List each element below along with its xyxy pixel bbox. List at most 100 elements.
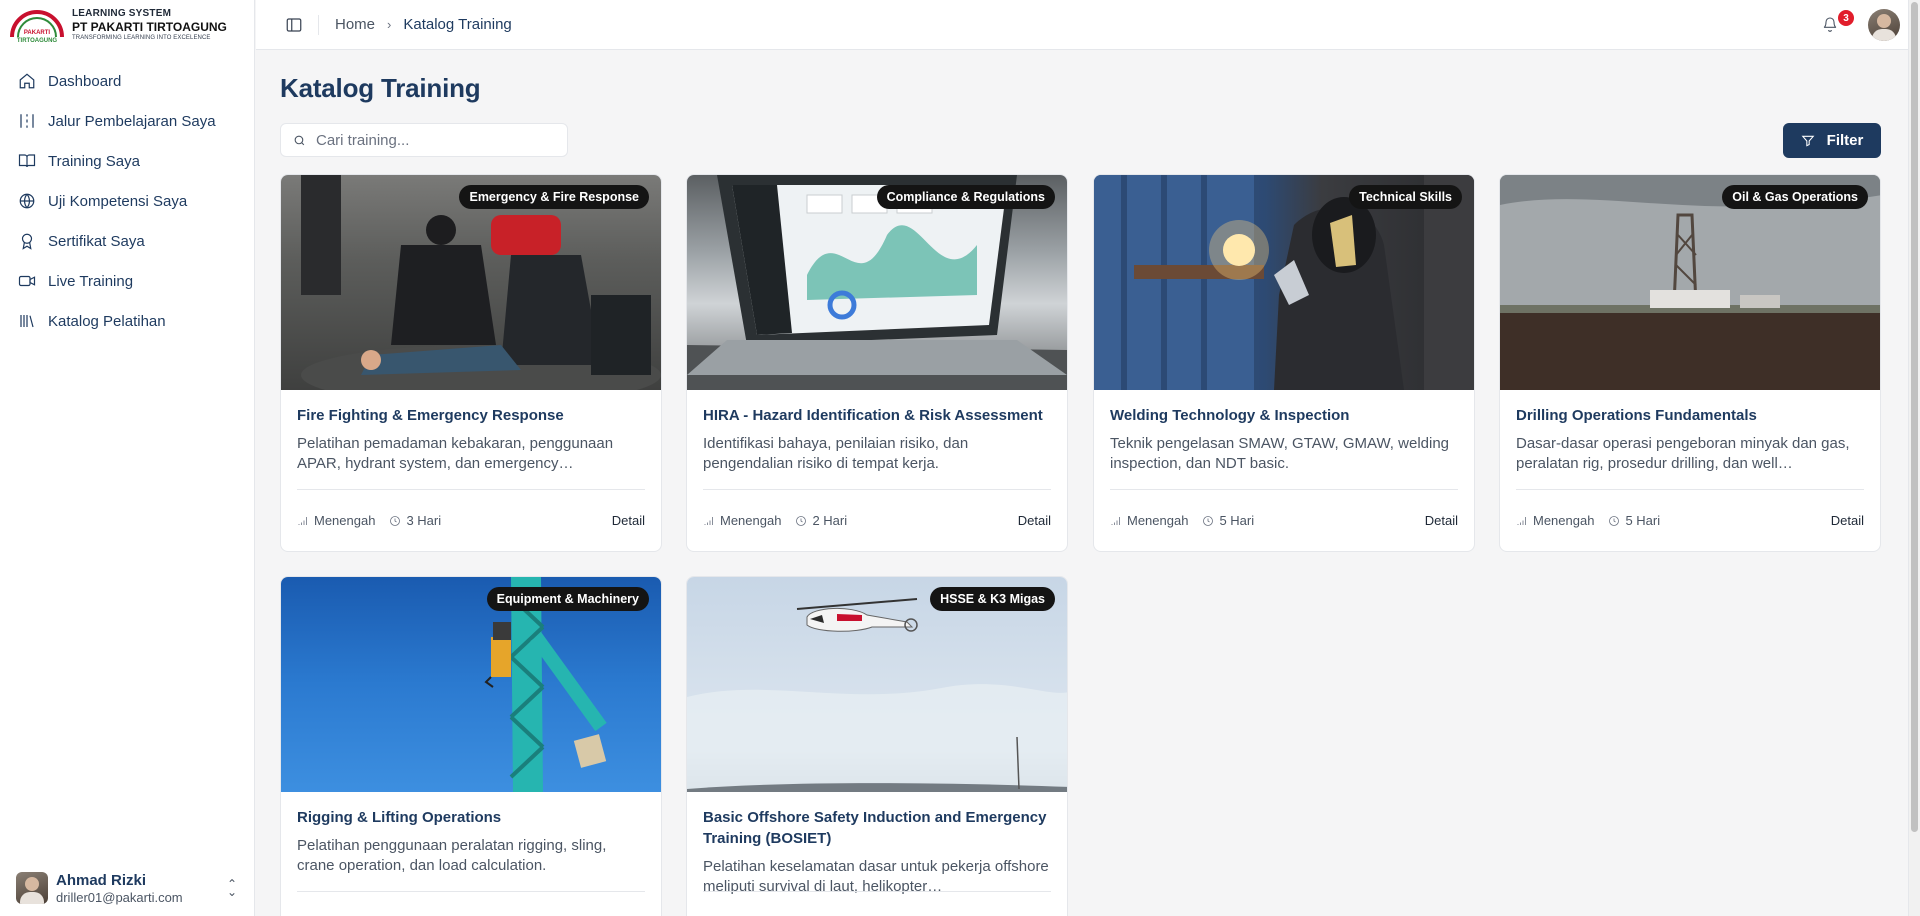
breadcrumb-home[interactable]: Home	[335, 16, 375, 33]
category-badge: HSSE & K3 Migas	[930, 587, 1055, 611]
route-icon	[17, 111, 37, 131]
topbar: Home › Katalog Training 3	[256, 0, 1908, 50]
sidebar-item-label: Sertifikat Saya	[48, 232, 145, 250]
training-card[interactable]: HSSE & K3 Migas Basic Offshore Safety In…	[686, 576, 1068, 916]
duration-text: 5 Hari	[1219, 513, 1255, 528]
training-card[interactable]: Emergency & Fire Response Fire Fighting …	[280, 174, 662, 552]
card-image: HSSE & K3 Migas	[687, 577, 1067, 792]
filter-label: Filter	[1826, 132, 1864, 149]
card-image: Compliance & Regulations	[687, 175, 1067, 390]
sidebar-item-label: Katalog Pelatihan	[48, 312, 166, 330]
panel-left-icon	[286, 17, 302, 32]
user-menu[interactable]: Ahmad Rizki driller01@pakarti.com ⌃ ⌄	[0, 860, 255, 916]
sidebar-item-learning-path[interactable]: Jalur Pembelajaran Saya	[0, 101, 254, 141]
video-icon	[17, 271, 37, 291]
training-card[interactable]: Equipment & Machinery Rigging & Lifting …	[280, 576, 662, 916]
level-meta: Menengah	[1110, 513, 1188, 528]
card-description: Pelatihan penggunaan peralatan rigging, …	[297, 837, 607, 874]
card-footer	[297, 891, 645, 916]
bell-icon	[1823, 17, 1837, 32]
clock-icon	[1203, 515, 1214, 526]
brand[interactable]: PAKARTI TIRTOAGUNG LEARNING SYSTEM PT PA…	[0, 0, 254, 50]
card-title: HIRA - Hazard Identification & Risk Asse…	[703, 407, 1043, 424]
brand-line2: PT PAKARTI TIRTOAGUNG	[72, 20, 227, 34]
sidebar-item-my-training[interactable]: Training Saya	[0, 141, 254, 181]
card-title: Basic Offshore Safety Induction and Emer…	[703, 809, 1047, 847]
duration-meta: 3 Hari	[389, 513, 441, 528]
training-card[interactable]: Technical Skills Welding Technology & In…	[1093, 174, 1475, 552]
signal-icon	[298, 516, 307, 525]
card-footer	[703, 891, 1051, 916]
card-footer: Menengah 5 Hari Detail	[1516, 489, 1864, 551]
divider	[318, 14, 319, 35]
clock-icon	[796, 515, 807, 526]
sidebar-item-label: Live Training	[48, 272, 134, 290]
duration-text: 5 Hari	[1625, 513, 1661, 528]
sidebar-item-training-catalog[interactable]: Katalog Pelatihan	[0, 301, 254, 341]
clock-icon	[1609, 515, 1620, 526]
scrollbar-thumb[interactable]	[1911, 2, 1918, 832]
category-badge: Compliance & Regulations	[876, 185, 1055, 209]
home-icon	[17, 71, 37, 91]
user-name: Ahmad Rizki	[56, 871, 147, 889]
card-image: Technical Skills	[1094, 175, 1474, 390]
clock-icon	[390, 515, 401, 526]
category-badge: Technical Skills	[1349, 185, 1462, 209]
card-image: Equipment & Machinery	[281, 577, 661, 792]
detail-link[interactable]: Detail	[1425, 513, 1458, 528]
duration-text: 2 Hari	[812, 513, 848, 528]
level-text: Menengah	[314, 513, 376, 528]
company-logo: PAKARTI TIRTOAGUNG	[8, 7, 66, 44]
card-description: Teknik pengelasan SMAW, GTAW, GMAW, weld…	[1110, 435, 1450, 472]
svg-text:TIRTOAGUNG: TIRTOAGUNG	[17, 38, 58, 43]
sidebar-item-label: Jalur Pembelajaran Saya	[48, 112, 216, 130]
sidebar-item-certificates[interactable]: Sertifikat Saya	[0, 221, 254, 261]
notifications-button[interactable]: 3	[1822, 10, 1854, 35]
card-description: Identifikasi bahaya, penilaian risiko, d…	[703, 435, 969, 472]
chevron-up-down-icon: ⌃ ⌄	[226, 877, 237, 899]
training-card[interactable]: Oil & Gas Operations Drilling Operations…	[1499, 174, 1881, 552]
level-text: Menengah	[1127, 513, 1189, 528]
card-footer: Menengah 3 Hari Detail	[297, 489, 645, 551]
sidebar-nav: Dashboard Jalur Pembelajaran Saya Traini…	[0, 61, 254, 341]
level-text: Menengah	[720, 513, 782, 528]
training-card[interactable]: Compliance & Regulations HIRA - Hazard I…	[686, 174, 1068, 552]
svg-text:PAKARTI: PAKARTI	[24, 30, 51, 36]
card-description: Pelatihan pemadaman kebakaran, penggunaa…	[297, 435, 614, 472]
detail-link[interactable]: Detail	[1831, 513, 1864, 528]
sidebar-item-live-training[interactable]: Live Training	[0, 261, 254, 301]
card-title: Rigging & Lifting Operations	[297, 809, 502, 826]
signal-icon	[1111, 516, 1120, 525]
level-meta: Menengah	[703, 513, 781, 528]
signal-icon	[704, 516, 713, 525]
sidebar-item-dashboard[interactable]: Dashboard	[0, 61, 254, 101]
card-footer: Menengah 5 Hari Detail	[1110, 489, 1458, 551]
page-scrollbar[interactable]	[1908, 0, 1920, 916]
sidebar: PAKARTI TIRTOAGUNG LEARNING SYSTEM PT PA…	[0, 0, 255, 916]
library-icon	[17, 311, 37, 331]
brand-line1: LEARNING SYSTEM	[72, 8, 172, 19]
sidebar-item-competency-test[interactable]: Uji Kompetensi Saya	[0, 181, 254, 221]
breadcrumb: Home › Katalog Training	[335, 16, 512, 33]
duration-meta: 2 Hari	[795, 513, 847, 528]
profile-avatar-button[interactable]	[1868, 9, 1900, 41]
search-icon	[294, 135, 305, 145]
sidebar-toggle-button[interactable]	[284, 15, 304, 35]
detail-link[interactable]: Detail	[612, 513, 645, 528]
card-footer: Menengah 2 Hari Detail	[703, 489, 1051, 551]
level-text: Menengah	[1533, 513, 1595, 528]
card-description: Dasar-dasar operasi pengeboran minyak da…	[1516, 435, 1850, 472]
page-title: Katalog Training	[280, 73, 481, 103]
brand-tagline: TRANSFORMING LEARNING INTO EXCELENCE	[72, 35, 211, 41]
card-title: Drilling Operations Fundamentals	[1516, 407, 1757, 424]
filter-button[interactable]: Filter	[1783, 123, 1881, 158]
level-meta: Menengah	[297, 513, 375, 528]
category-badge: Oil & Gas Operations	[1722, 185, 1868, 209]
level-meta: Menengah	[1516, 513, 1594, 528]
filter-icon	[1801, 135, 1815, 147]
duration-text: 3 Hari	[406, 513, 442, 528]
card-image: Emergency & Fire Response	[281, 175, 661, 390]
detail-link[interactable]: Detail	[1018, 513, 1051, 528]
search-input[interactable]	[316, 131, 556, 149]
notification-badge: 3	[1838, 10, 1854, 26]
